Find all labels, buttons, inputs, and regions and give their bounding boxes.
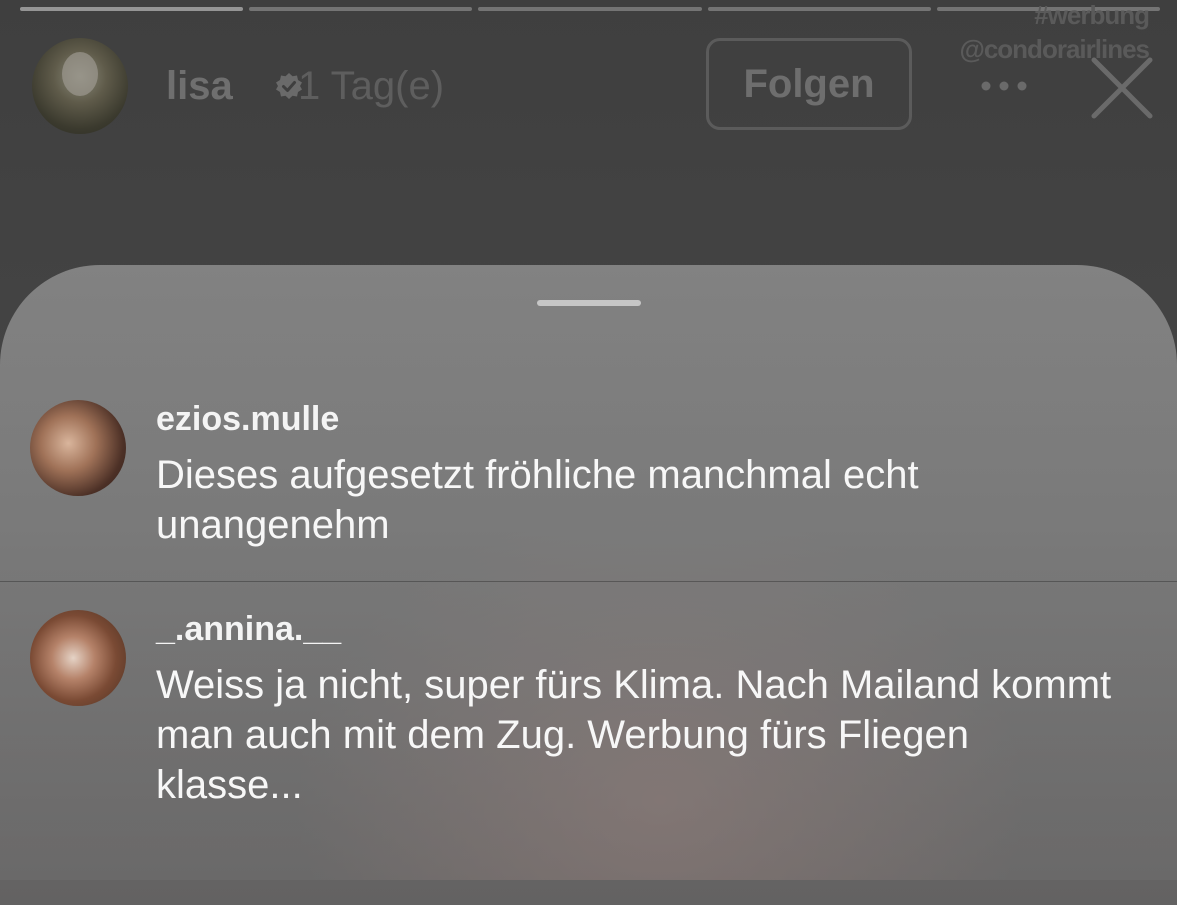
story-header: lisa 1 Tag(e) Folgen: [32, 38, 1157, 134]
comment-username[interactable]: ezios.mulle: [156, 400, 339, 439]
comment-avatar[interactable]: [30, 400, 126, 496]
close-icon[interactable]: [1090, 56, 1154, 120]
progress-segment: [20, 7, 244, 11]
comments-sheet: ezios.mulle Dieses aufgesetzt fröhliche …: [0, 265, 1177, 905]
comment-username[interactable]: _.annina.__: [156, 610, 341, 649]
hashtag-werbung[interactable]: #werbung: [959, 0, 1150, 32]
more-horizontal-icon[interactable]: [976, 66, 1032, 106]
comment-text: Dieses aufgesetzt fröhliche manchmal ech…: [156, 453, 919, 547]
progress-segment: [478, 7, 702, 11]
comment-divider: [0, 581, 1177, 582]
progress-segment: [249, 7, 473, 11]
comment-avatar[interactable]: [30, 610, 126, 706]
sheet-drag-handle[interactable]: [537, 300, 641, 306]
follow-button[interactable]: Folgen: [706, 38, 912, 130]
story-timestamp: 1 Tag(e): [298, 64, 445, 108]
comment-text: Weiss ja nicht, super fürs Klima. Nach M…: [156, 663, 1112, 807]
story-author-avatar[interactable]: [32, 38, 128, 134]
story-username[interactable]: lisa: [166, 64, 233, 109]
progress-segment: [707, 7, 931, 11]
